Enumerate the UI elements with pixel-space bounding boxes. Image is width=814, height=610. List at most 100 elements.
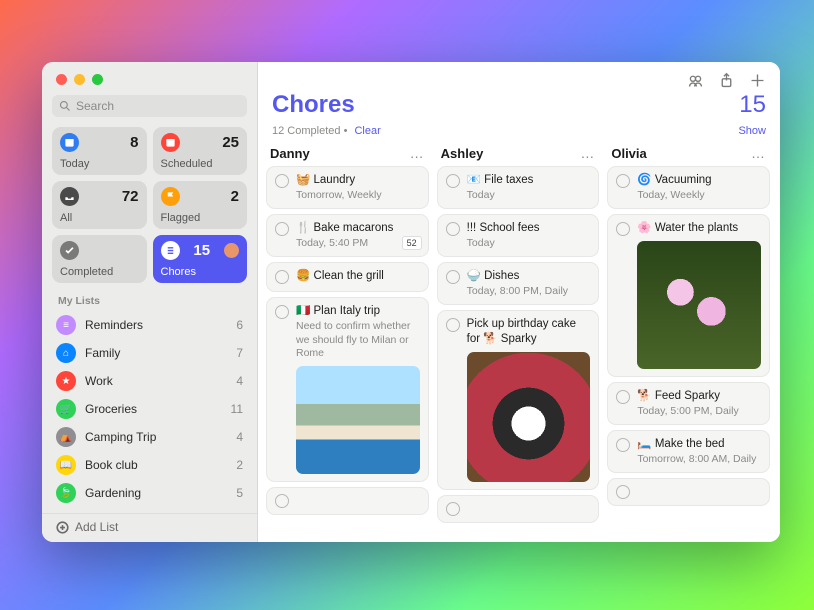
reminder-card[interactable]: !!! School feesToday (437, 214, 600, 257)
minimize-button[interactable] (74, 74, 85, 85)
tile-label: Completed (60, 266, 139, 278)
list-count: 11 (231, 402, 243, 416)
app-window: Search 8 Today 25 Scheduled 72 All 2 Fla… (42, 62, 780, 542)
reminder-card[interactable]: 🍚 DishesToday, 8:00 PM, Daily (437, 262, 600, 305)
reminder-radio[interactable] (446, 270, 460, 284)
add-list-button[interactable]: Add List (42, 513, 257, 542)
reminder-title: 🌸 Water the plants (637, 221, 738, 236)
reminder-title: 🍴 Bake macarons (296, 221, 393, 236)
list-icon: 📖 (56, 455, 76, 475)
reminder-image (467, 352, 591, 482)
tile-flagged[interactable]: 2 Flagged (153, 181, 248, 229)
reminder-title: 🇮🇹 Plan Italy trip (296, 304, 380, 319)
tile-label: Chores (161, 266, 240, 278)
reminder-card[interactable]: 🛏️ Make the bedTomorrow, 8:00 AM, Daily (607, 430, 770, 473)
sidebar-list-item[interactable]: ≡ Reminders 6 (42, 311, 257, 339)
reminder-card[interactable]: 🍴 Bake macaronsToday, 5:40 PM52 (266, 214, 429, 257)
reminder-radio[interactable] (275, 270, 289, 284)
tile-scheduled[interactable]: 25 Scheduled (153, 127, 248, 175)
reminder-subtitle: Today, 5:00 PM, Daily (637, 405, 761, 417)
reminder-radio[interactable] (446, 222, 460, 236)
list-icon (161, 241, 180, 260)
sidebar-list-item[interactable]: ⌂ Family 7 (42, 339, 257, 367)
reminder-radio[interactable] (446, 174, 460, 188)
tray-icon (60, 187, 79, 206)
column-title: Ashley (441, 146, 484, 161)
column-more-button[interactable]: … (751, 145, 766, 161)
search-icon (59, 100, 71, 112)
search-field[interactable]: Search (52, 95, 247, 117)
sidebar-list-item[interactable]: 🛒 Groceries 11 (42, 395, 257, 423)
empty-reminder-slot[interactable] (437, 495, 600, 523)
reminder-card[interactable]: 🧺 LaundryTomorrow, Weekly (266, 166, 429, 209)
calendar-icon (161, 133, 180, 152)
reminder-radio[interactable] (275, 494, 289, 508)
list-count: 5 (236, 486, 243, 500)
subheader: 12 Completed • Clear Show (258, 125, 780, 145)
column-more-button[interactable]: … (410, 145, 425, 161)
list-count: 15 (739, 91, 766, 119)
clear-button[interactable]: Clear (354, 125, 380, 137)
sidebar-list-item[interactable]: 📖 Book club 2 (42, 451, 257, 479)
empty-reminder-slot[interactable] (607, 478, 770, 506)
reminder-card[interactable]: 📧 File taxesToday (437, 166, 600, 209)
tile-all[interactable]: 72 All (52, 181, 147, 229)
reminder-card[interactable]: 🌀 VacuumingToday, Weekly (607, 166, 770, 209)
tile-today[interactable]: 8 Today (52, 127, 147, 175)
avatar (224, 243, 239, 258)
share-icon[interactable] (718, 72, 735, 89)
reminder-radio[interactable] (446, 502, 460, 516)
sidebar-list-item[interactable]: ★ Work 4 (42, 367, 257, 395)
list-icon: ≡ (56, 315, 76, 335)
show-completed-button[interactable]: Show (738, 125, 766, 137)
sidebar-list-item[interactable]: ⛺ Camping Trip 4 (42, 423, 257, 451)
empty-reminder-slot[interactable] (266, 487, 429, 515)
reminder-card[interactable]: Pick up birthday cake for 🐕 Sparky (437, 310, 600, 490)
reminder-radio[interactable] (616, 485, 630, 499)
completed-count: 12 Completed (272, 125, 341, 137)
check-icon (60, 241, 79, 260)
column-body: 📧 File taxesToday!!! School feesToday🍚 D… (437, 166, 600, 534)
reminder-radio[interactable] (275, 305, 289, 319)
tile-chores[interactable]: 15 Chores (153, 235, 248, 283)
column-more-button[interactable]: … (580, 145, 595, 161)
list-icon: ⛺ (56, 427, 76, 447)
reminder-radio[interactable] (616, 390, 630, 404)
reminder-subtitle: Today, Weekly (637, 189, 761, 201)
list-count: 4 (236, 430, 243, 444)
tile-count: 15 (193, 242, 210, 259)
column: Olivia…🌀 VacuumingToday, Weekly🌸 Water t… (607, 145, 770, 534)
smart-list-tiles: 8 Today 25 Scheduled 72 All 2 Flagged Co… (42, 127, 257, 283)
my-lists-header: My Lists (42, 283, 257, 311)
list-name: Work (85, 374, 236, 388)
zoom-button[interactable] (92, 74, 103, 85)
tile-completed[interactable]: Completed (52, 235, 147, 283)
columns: Danny … 🧺 LaundryTomorrow, Weekly 🍴 Bake ma… (258, 145, 780, 542)
column-body: 🌀 VacuumingToday, Weekly 🌸 Water the plan… (607, 166, 770, 534)
tile-label: Today (60, 158, 139, 170)
reminder-radio[interactable] (275, 222, 289, 236)
search-placeholder: Search (76, 99, 114, 113)
list-title: Chores (272, 91, 355, 119)
reminder-subtitle: Today (467, 237, 591, 249)
add-reminder-icon[interactable] (749, 72, 766, 89)
reminder-title: Pick up birthday cake for 🐕 Sparky (467, 317, 591, 347)
plus-circle-icon (56, 521, 69, 534)
reminder-radio[interactable] (446, 318, 460, 332)
close-button[interactable] (56, 74, 67, 85)
reminder-radio[interactable] (616, 222, 630, 236)
reminder-title: 📧 File taxes (467, 173, 534, 188)
flag-icon (161, 187, 180, 206)
column-title: Danny (270, 146, 310, 161)
reminder-card[interactable]: 🌸 Water the plants (607, 214, 770, 377)
reminder-radio[interactable] (275, 174, 289, 188)
reminder-card[interactable]: 🐕 Feed SparkyToday, 5:00 PM, Daily (607, 382, 770, 425)
reminder-card[interactable]: 🇮🇹 Plan Italy tripNeed to confirm whethe… (266, 297, 429, 482)
reminder-radio[interactable] (616, 438, 630, 452)
reminder-card[interactable]: 🍔 Clean the grill (266, 262, 429, 292)
tile-label: All (60, 212, 139, 224)
collaborate-icon[interactable] (687, 72, 704, 89)
reminder-radio[interactable] (616, 174, 630, 188)
reminder-title: 🧺 Laundry (296, 173, 355, 188)
sidebar-list-item[interactable]: 🍃 Gardening 5 (42, 479, 257, 507)
